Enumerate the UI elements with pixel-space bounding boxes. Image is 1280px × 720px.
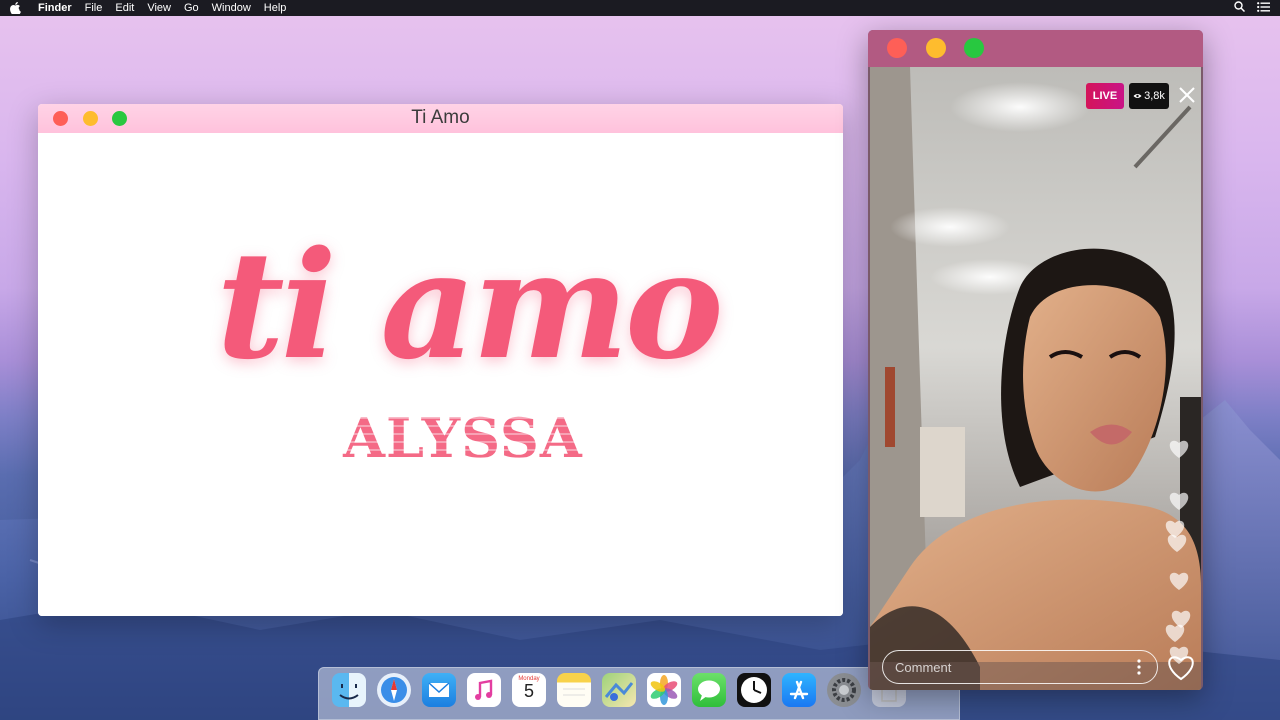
menu-help[interactable]: Help: [264, 2, 287, 14]
ti-amo-window: Ti Amo ti amo ALYSSA: [38, 104, 843, 616]
menu-window[interactable]: Window: [212, 2, 251, 14]
notes-icon[interactable]: [557, 673, 591, 707]
floating-heart-icon: [1168, 491, 1190, 511]
safari-icon[interactable]: [377, 673, 411, 707]
menu-app-name[interactable]: Finder: [38, 2, 72, 14]
messages-icon[interactable]: [692, 673, 726, 707]
dock: Monday 5: [318, 667, 960, 720]
floating-heart-icon: [1168, 439, 1190, 459]
search-icon[interactable]: [1234, 1, 1246, 15]
calendar-icon[interactable]: Monday 5: [512, 673, 546, 707]
system-preferences-icon[interactable]: [827, 673, 861, 707]
menu-go[interactable]: Go: [184, 2, 199, 14]
window-title-bar[interactable]: Ti Amo: [38, 104, 843, 133]
live-window-title-bar[interactable]: [868, 30, 1203, 67]
maps-icon[interactable]: [602, 673, 636, 707]
itunes-icon[interactable]: [467, 673, 501, 707]
menu-view[interactable]: View: [147, 2, 171, 14]
viewer-count: 3,8k: [1144, 90, 1165, 102]
live-video-frame: [870, 67, 1201, 690]
clock-icon[interactable]: [737, 673, 771, 707]
floating-heart-icon: [1166, 533, 1188, 553]
floating-heart-icon: [1164, 623, 1186, 643]
apple-icon[interactable]: [10, 2, 22, 14]
menu-edit[interactable]: Edit: [115, 2, 134, 14]
viewer-count-badge: 3,8k: [1129, 83, 1169, 109]
minimize-live-window-button[interactable]: [926, 38, 946, 58]
window-title: Ti Amo: [411, 107, 470, 128]
artwork-canvas: ti amo ALYSSA: [38, 133, 843, 616]
menu-bar: Finder File Edit View Go Window Help: [0, 0, 1280, 16]
calendar-date: 5: [523, 681, 534, 701]
like-heart-icon[interactable]: [1166, 653, 1196, 681]
menu-file[interactable]: File: [85, 2, 103, 14]
photos-icon[interactable]: [647, 673, 681, 707]
script-title: ti amo: [216, 218, 723, 392]
zoom-live-window-button[interactable]: [964, 38, 984, 58]
comment-input[interactable]: [895, 659, 1115, 675]
artist-name: ALYSSA: [288, 411, 638, 465]
comment-box[interactable]: [882, 650, 1158, 684]
more-options-icon[interactable]: [1137, 659, 1141, 675]
live-video: LIVE 3,8k: [870, 67, 1201, 690]
floating-heart-icon: [1168, 571, 1190, 591]
list-icon[interactable]: [1257, 1, 1270, 15]
mail-icon[interactable]: [422, 673, 456, 707]
live-badge: LIVE: [1086, 83, 1124, 109]
app-store-icon[interactable]: [782, 673, 816, 707]
eye-icon: [1133, 90, 1142, 102]
live-stream-window: LIVE 3,8k: [868, 30, 1203, 690]
close-live-window-button[interactable]: [887, 38, 907, 58]
close-live-icon[interactable]: [1177, 85, 1197, 105]
finder-icon[interactable]: [332, 673, 366, 707]
